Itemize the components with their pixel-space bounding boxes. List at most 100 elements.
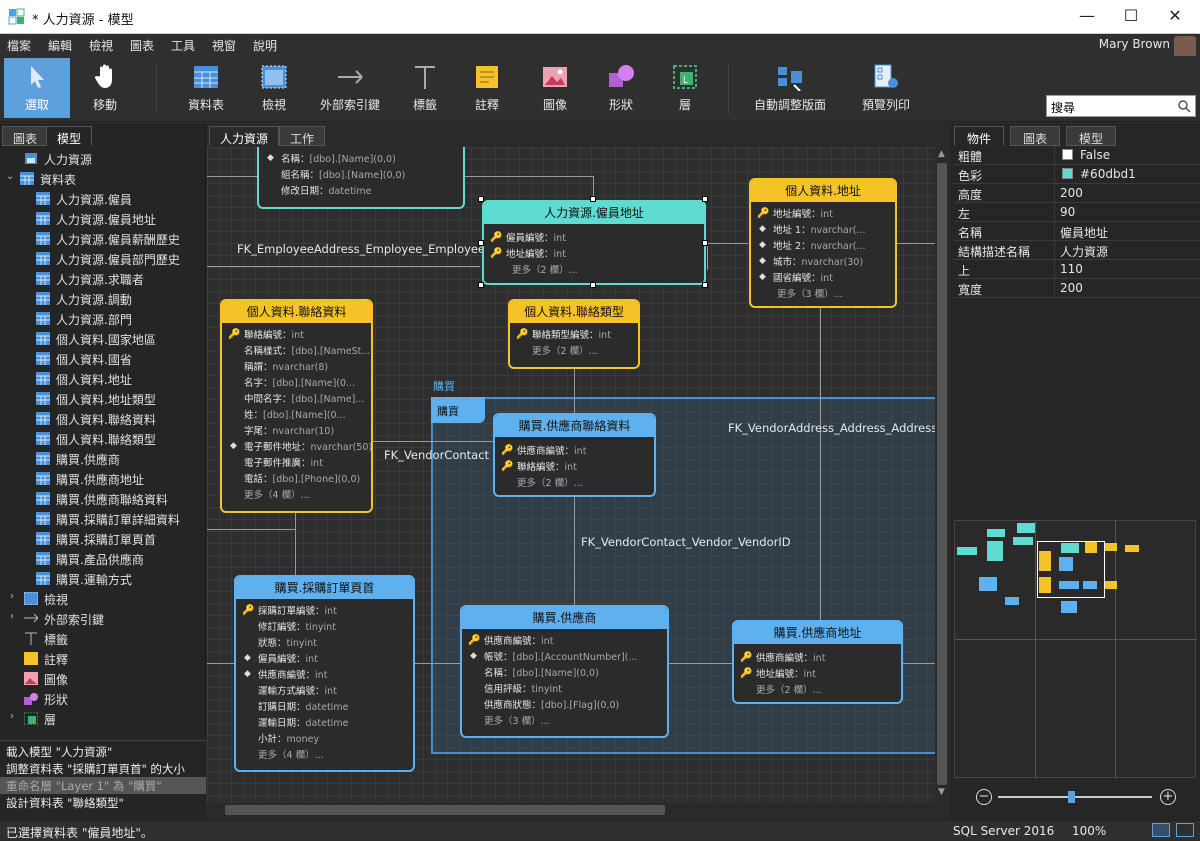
menu-help[interactable]: 說明 [253,37,277,54]
table-entity[interactable]: ◆ 名稱：[dbo].[Name](0,0) 組名稱：[dbo].[Name](0… [257,147,465,209]
tree-item-table[interactable]: 人力資源.僱員部門歷史 [0,249,206,269]
more-columns[interactable]: 更多（3 欄）... [751,286,895,302]
tree-item-image[interactable]: 圖像 [0,669,206,689]
tree-item-table[interactable]: 人力資源.求職者 [0,269,206,289]
tab-diagram-props[interactable]: 圖表 [1010,126,1061,146]
table-entity-address[interactable]: 個人資料.地址 🔑 地址編號：int ◆ 地址 1：nvarchar(... ◆ 地址… [749,178,897,308]
table-entity-po-header[interactable]: 購買.採購訂單頁首 🔑 採購訂單編號：int 修訂編號：tinyint 狀態：ti… [234,575,415,772]
zoom-out-button[interactable]: − [976,789,992,805]
tab-diagram[interactable]: 圖表 [2,126,49,146]
table-entity-contact-type[interactable]: 個人資料.聯絡類型 🔑 聯絡類型編號：int 更多（2 欄）... [508,299,640,369]
tree-item-label[interactable]: 標籤 [0,629,206,649]
property-row[interactable]: 名稱 僱員地址 [954,222,1200,241]
log-item[interactable]: 設計資料表 "聯絡類型" [0,794,206,811]
tree-item-table[interactable]: 人力資源.僱員地址 [0,209,206,229]
tab-model-props[interactable]: 模型 [1066,126,1117,146]
tree-item-table[interactable]: 個人資料.國省 [0,349,206,369]
close-button[interactable]: ✕ [1160,5,1190,27]
menu-window[interactable]: 視窗 [212,37,236,54]
table-entity-vendor[interactable]: 購買.供應商 🔑 供應商編號：int ◆ 帳號：[dbo].[AccountNumb… [460,605,669,738]
resize-handle[interactable] [590,282,596,288]
tree-item-foreign-key[interactable]: › 外部索引鍵 [0,609,206,629]
property-row[interactable]: 左 90 [954,203,1200,222]
tree-item-tables[interactable]: ⌄ 資料表 [0,169,206,189]
chevron-right-icon[interactable]: › [10,611,14,622]
resize-handle[interactable] [478,282,484,288]
diagram-canvas[interactable]: 購買 購買 FK_EmployeeAddress_Employee_Employ… [207,147,935,803]
more-columns[interactable]: 更多（3 欄）... [462,713,667,729]
horizontal-scrollbar[interactable] [207,803,935,817]
property-row[interactable]: 寬度 200 [954,279,1200,298]
tree-item-table[interactable]: 個人資料.地址類型 [0,389,206,409]
maximize-button[interactable]: ☐ [1116,5,1146,27]
move-tool-button[interactable]: 移動 [74,58,136,118]
scroll-thumb[interactable] [937,163,947,785]
more-columns[interactable]: 更多（2 欄）... [484,262,704,278]
tree-item-table[interactable]: 購買.採購訂單詳細資料 [0,509,206,529]
tree-item-table[interactable]: 個人資料.地址 [0,369,206,389]
tree-item-table[interactable]: 購買.供應商 [0,449,206,469]
tree-item-table[interactable]: 人力資源.調動 [0,289,206,309]
more-columns[interactable]: 更多（2 欄）... [495,475,654,491]
tab-canvas-hr[interactable]: 人力資源 [209,126,280,146]
menu-diagram[interactable]: 圖表 [130,37,154,54]
more-columns[interactable]: 更多（2 欄）... [734,682,901,698]
tree-item-table[interactable]: 人力資源.僱員薪酬歷史 [0,229,206,249]
tree-item-table[interactable]: 個人資料.國家地區 [0,329,206,349]
user-name[interactable]: Mary Brown [1099,37,1170,51]
layer-tool-button[interactable]: L 層 [658,58,712,118]
view-tool-button[interactable]: 檢視 [246,58,302,118]
layout-toggle-icon[interactable] [1152,823,1170,837]
chevron-down-icon[interactable]: ⌄ [6,171,14,182]
more-columns[interactable]: 更多（4 欄）... [222,487,371,503]
resize-handle[interactable] [702,282,708,288]
resize-handle[interactable] [478,240,484,246]
search-input[interactable]: 搜尋 [1046,95,1196,117]
fk-label[interactable]: FK_VendorContact [384,448,489,462]
menu-tools[interactable]: 工具 [171,37,195,54]
note-tool-button[interactable]: 註釋 [460,58,514,118]
tree-item-note[interactable]: 註釋 [0,649,206,669]
fk-label[interactable]: FK_EmployeeAddress_Employee_EmployeeID [237,242,497,256]
zoom-slider[interactable] [998,796,1152,798]
tree-item-table[interactable]: 人力資源.部門 [0,309,206,329]
tree-item-table[interactable]: 購買.產品供應商 [0,549,206,569]
tree-item-table[interactable]: 購買.運輸方式 [0,569,206,589]
log-item[interactable]: 載入模型 "人力資源" [0,743,206,760]
table-tool-button[interactable]: 資料表 [176,58,236,118]
foreign-key-tool-button[interactable]: 外部索引鍵 [312,58,388,118]
resize-handle[interactable] [702,240,708,246]
table-entity-vendor-address[interactable]: 購買.供應商地址 🔑 供應商編號：int 🔑 地址編號：int 更多（2 欄）... [732,620,903,704]
menu-view[interactable]: 檢視 [89,37,113,54]
table-entity-employee-address[interactable]: 人力資源.僱員地址 🔑 僱員編號：int 🔑 地址編號：int 更多（2 欄）... [482,200,706,285]
tree-item-shape[interactable]: 形狀 [0,689,206,709]
property-row[interactable]: 結構描述名稱 人力資源 [954,241,1200,260]
property-row[interactable]: 色彩 #60dbd1 [954,165,1200,184]
table-entity-contact[interactable]: 個人資料.聯絡資料 🔑 聯絡編號：int 名稱樣式：[dbo].[NameSt..… [220,299,373,513]
image-tool-button[interactable]: 圖像 [528,58,582,118]
chevron-right-icon[interactable]: › [10,711,14,722]
resize-handle[interactable] [478,196,484,202]
vertical-scrollbar[interactable]: ▲ ▼ [935,147,949,803]
layer-tab[interactable]: 購買 [431,397,485,423]
fk-label[interactable]: FK_VendorAddress_Address_AddressID [728,421,935,435]
more-columns[interactable]: 更多（2 欄）... [510,343,638,359]
checkbox-icon[interactable] [1062,149,1073,160]
scroll-thumb[interactable] [225,805,665,815]
tree-item-model-root[interactable]: 人力資源 [0,149,206,169]
zoom-slider-handle[interactable] [1068,791,1075,803]
search-icon[interactable] [1177,99,1191,113]
resize-handle[interactable] [590,196,596,202]
property-row[interactable]: 上 110 [954,260,1200,279]
menu-edit[interactable]: 編輯 [48,37,72,54]
select-tool-button[interactable]: 選取 [4,58,70,118]
tree-item-table[interactable]: 人力資源.僱員 [0,189,206,209]
tree-item-table[interactable]: 購買.採購訂單頁首 [0,529,206,549]
tab-object[interactable]: 物件 [954,126,1005,146]
tree-item-table[interactable]: 個人資料.聯絡類型 [0,429,206,449]
print-preview-button[interactable]: 預覽列印 [850,58,922,118]
layout-toggle-icon[interactable] [1176,823,1194,837]
zoom-in-button[interactable]: + [1160,789,1176,805]
overview-navigator[interactable] [954,520,1197,779]
tree-item-table[interactable]: 個人資料.聯絡資料 [0,409,206,429]
